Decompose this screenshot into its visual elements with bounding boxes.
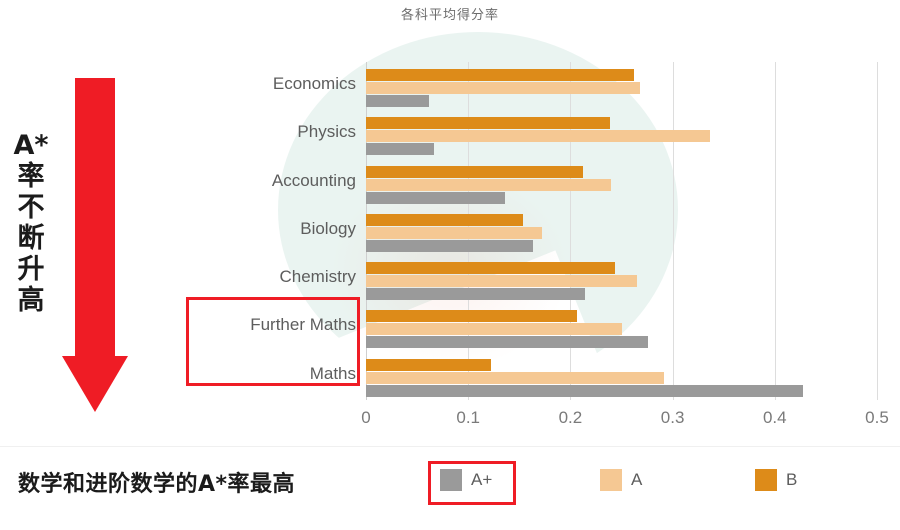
gridline-0.5 <box>877 62 878 400</box>
chart-title: 各科平均得分率 <box>400 8 499 23</box>
legend-swatch-icon <box>755 469 777 491</box>
xtick-0.2: 0.2 <box>558 408 583 427</box>
legend-swatch-icon <box>600 469 622 491</box>
xtick-0.3: 0.3 <box>660 408 685 427</box>
chart-caption: 数学和进阶数学的A*率最高 <box>18 472 296 497</box>
bar-group <box>366 352 877 400</box>
bar-a <box>366 323 622 336</box>
bar-group <box>366 62 877 110</box>
bar-b <box>366 262 616 275</box>
bar-b <box>366 310 577 323</box>
annotation-text-line: 断 <box>17 223 45 254</box>
category-label-economics: Economics <box>272 74 356 93</box>
bar-aplus <box>366 336 649 349</box>
legend-label: B <box>786 470 798 489</box>
annotation-text-line: 不 <box>17 192 45 223</box>
legend-item-a[interactable]: A <box>600 462 642 498</box>
bar-group <box>366 159 877 207</box>
category-label-physics: Physics <box>297 122 356 142</box>
bar-a <box>366 178 612 191</box>
bar-aplus <box>366 191 505 204</box>
annotation-text-line: A* <box>13 130 49 161</box>
bar-a <box>366 275 637 288</box>
highlight-box-maths-rows <box>186 297 360 386</box>
xtick-0.1: 0.1 <box>456 408 480 427</box>
annotation-text-line: 率 <box>17 161 45 192</box>
legend-item-b[interactable]: B <box>755 462 797 498</box>
bar-b <box>366 213 524 226</box>
bar-aplus <box>366 239 533 252</box>
bar-a <box>366 82 640 94</box>
annotation-text-line: 升 <box>17 254 45 285</box>
bar-group <box>366 207 877 255</box>
bar-aplus <box>366 384 804 397</box>
bar-b <box>366 69 634 81</box>
annotation-vertical-text: A* 率不断升高 <box>8 130 54 316</box>
bar-group <box>366 110 877 158</box>
xtick-0.4: 0.4 <box>762 408 787 427</box>
bar-aplus <box>366 288 585 301</box>
highlight-box-legend-aplus <box>428 461 516 505</box>
bar-group <box>366 303 877 351</box>
arrow-shaft <box>75 78 115 358</box>
bar-b <box>366 117 611 130</box>
bar-a <box>366 371 665 384</box>
bar-a <box>366 130 711 143</box>
bar-chart: 各科平均得分率 Economics Physics Accounting Biolog… <box>0 0 900 512</box>
arrow-head <box>62 356 128 412</box>
xtick-0: 0 <box>361 408 371 427</box>
bar-group <box>366 255 877 303</box>
annotation-text-line: 高 <box>17 285 45 316</box>
bar-aplus <box>366 95 430 107</box>
bar-a <box>366 226 542 239</box>
plot-area <box>366 62 878 400</box>
xtick-0.5: 0.5 <box>865 408 889 427</box>
legend-label: A <box>631 470 643 489</box>
category-label-accounting: Accounting <box>271 170 356 190</box>
category-label-biology: Biology <box>300 218 356 238</box>
bar-b <box>366 358 491 371</box>
category-label-chemistry: Chemistry <box>279 267 356 287</box>
bar-b <box>366 165 583 178</box>
downward-arrow-annotation <box>62 78 128 412</box>
bar-aplus <box>366 143 435 156</box>
